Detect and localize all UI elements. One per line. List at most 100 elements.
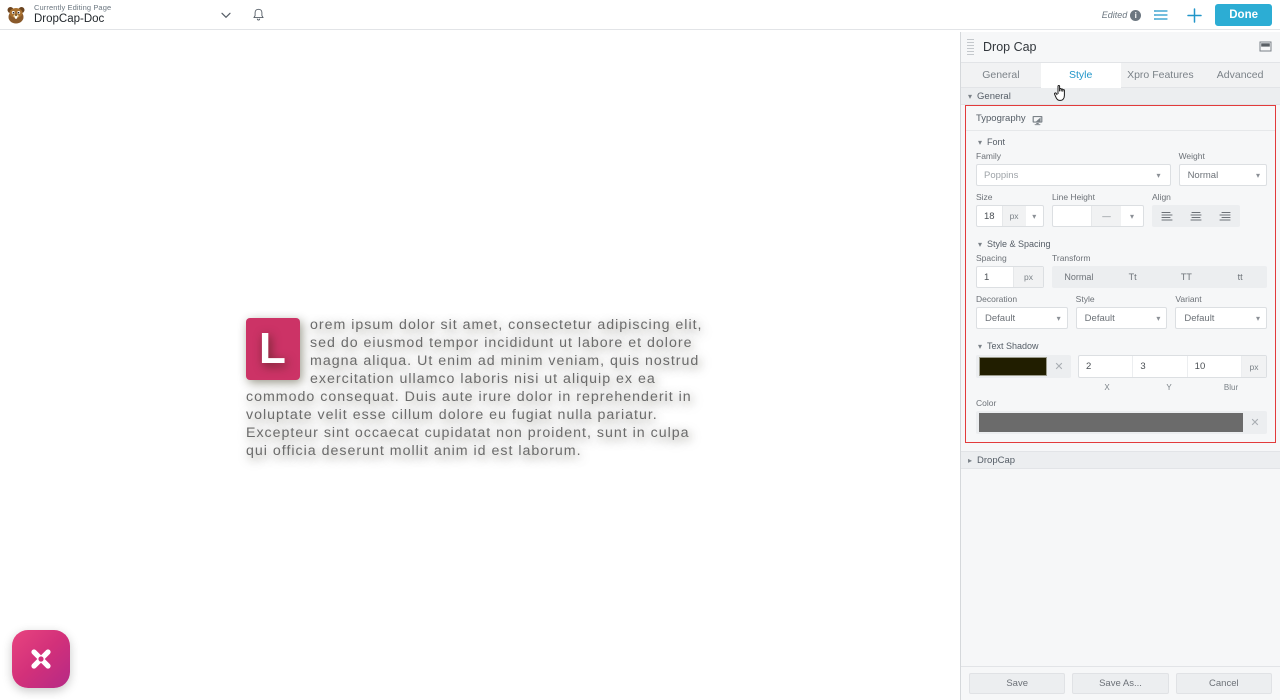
top-bar-actions: Edited i Done <box>1102 0 1272 30</box>
decoration-select[interactable]: Default ▾ <box>976 307 1068 329</box>
shadow-unit[interactable]: px <box>1241 356 1266 377</box>
panel-footer: Save Save As... Cancel <box>961 666 1280 700</box>
color-row: Color ✕ <box>966 398 1275 442</box>
font-size-label: Size <box>976 192 993 202</box>
chevron-down-icon: ▾ <box>978 239 983 249</box>
align-right-icon[interactable] <box>1211 211 1240 221</box>
transform-field: Transform Normal Tt TT tt <box>1052 253 1267 288</box>
chevron-down-icon: ▾ <box>1056 313 1061 323</box>
bell-icon[interactable] <box>245 2 271 28</box>
clear-x-icon[interactable]: ✕ <box>1047 355 1071 378</box>
beaver-logo-icon <box>6 5 26 25</box>
tab-general-label: General <box>982 69 1020 81</box>
edited-label: Edited <box>1101 10 1128 20</box>
done-button[interactable]: Done <box>1215 4 1272 26</box>
transform-option-uppercase[interactable]: TT <box>1160 266 1214 288</box>
typography-highlight-box: Typography ▾ Font Family Poppins ▾ Weigh… <box>965 105 1276 443</box>
style-spacing-subgroup-header[interactable]: ▾ Style & Spacing <box>966 233 1275 253</box>
brand-text: Currently Editing Page DropCap-Doc <box>34 4 111 25</box>
font-family-label: Family <box>976 151 1002 161</box>
chevron-down-icon: ▾ <box>978 137 983 147</box>
save-as-button[interactable]: Save As... <box>1072 673 1169 694</box>
shadow-x-value[interactable]: 2 <box>1079 356 1134 377</box>
font-subgroup-header[interactable]: ▾ Font <box>966 131 1275 151</box>
chevron-down-icon[interactable]: ▾ <box>1026 206 1043 226</box>
monitor-icon[interactable] <box>1032 113 1043 126</box>
line-height-label: Line Height <box>1052 192 1096 202</box>
info-icon[interactable]: i <box>1130 9 1142 21</box>
spacing-value[interactable]: 1 <box>977 272 1013 283</box>
line-height-field: Line Height — ▾ <box>1052 192 1144 227</box>
drag-grip-icon[interactable] <box>967 37 975 57</box>
color-control: ✕ <box>976 411 1267 434</box>
dropcap-letter-box[interactable]: L <box>246 318 300 380</box>
section-dropcap[interactable]: ▸ DropCap <box>961 451 1280 469</box>
shadow-axis-labels: X Y Blur <box>966 382 1275 392</box>
xpro-x-logo-icon[interactable] <box>12 630 70 688</box>
page-title: DropCap-Doc <box>34 12 105 25</box>
text-shadow-subgroup-header[interactable]: ▾ Text Shadow <box>966 335 1275 355</box>
clear-x-icon[interactable]: ✕ <box>1243 411 1267 434</box>
decoration-value: Default <box>985 312 1016 324</box>
dropcap-paragraph-block[interactable]: L orem ipsum dolor sit amet, consectetur… <box>246 316 714 460</box>
transform-option-capitalize[interactable]: Tt <box>1106 266 1160 288</box>
style-spacing-subgroup-label: Style & Spacing <box>987 239 1051 249</box>
font-family-value: Poppins <box>984 169 1019 181</box>
shadow-color-swatch[interactable] <box>979 357 1047 376</box>
top-bar: Currently Editing Page DropCap-Doc Edite… <box>0 0 1280 30</box>
dock-window-icon[interactable] <box>1259 40 1272 53</box>
style-select[interactable]: Default ▾ <box>1075 307 1168 329</box>
cancel-button[interactable]: Cancel <box>1175 673 1272 694</box>
list-settings-icon[interactable] <box>1151 4 1173 26</box>
font-family-select[interactable]: Poppins ▾ <box>976 164 1171 186</box>
tab-style[interactable]: Style <box>1040 63 1121 88</box>
font-family-field: Family Poppins ▾ <box>976 151 1171 186</box>
font-size-input-group[interactable]: 18 px ▾ <box>976 205 1044 227</box>
font-weight-label: Weight <box>1178 151 1205 161</box>
line-height-input-group[interactable]: — ▾ <box>1052 205 1144 227</box>
tab-general[interactable]: General <box>961 63 1041 87</box>
section-general-label: General <box>977 90 1011 102</box>
save-button[interactable]: Save <box>969 673 1066 694</box>
typography-label: Typography <box>976 113 1026 124</box>
transform-segmented-control: Normal Tt TT tt <box>1052 266 1267 288</box>
align-button-group <box>1152 205 1240 227</box>
align-label: Align <box>1152 192 1171 202</box>
spacing-input-group[interactable]: 1 px <box>976 266 1044 288</box>
font-family-weight-row: Family Poppins ▾ Weight Normal ▾ <box>966 151 1275 192</box>
style-label: Style <box>1075 294 1095 304</box>
plus-icon[interactable] <box>1183 4 1205 26</box>
shadow-blur-value[interactable]: 10 <box>1188 356 1242 377</box>
spacing-unit[interactable]: px <box>1013 267 1043 287</box>
transform-option-normal[interactable]: Normal <box>1052 266 1106 288</box>
chevron-down-icon: ▾ <box>1255 170 1260 180</box>
font-size-lineheight-align-row: Size 18 px ▾ Line Height — ▾ Align <box>966 192 1275 233</box>
line-height-unit[interactable]: — <box>1091 206 1121 226</box>
color-swatch[interactable] <box>979 413 1243 432</box>
section-dropcap-label: DropCap <box>977 454 1016 466</box>
align-field: Align <box>1152 192 1240 227</box>
align-center-icon[interactable] <box>1181 211 1210 221</box>
font-size-unit[interactable]: px <box>1001 206 1026 226</box>
chevron-down-icon[interactable]: ▾ <box>1121 206 1143 226</box>
brand-area[interactable]: Currently Editing Page DropCap-Doc <box>0 0 245 30</box>
font-size-value[interactable]: 18 <box>977 211 1002 222</box>
style-value: Default <box>1084 312 1115 324</box>
tab-xpro-features[interactable]: Xpro Features <box>1120 63 1201 87</box>
transform-option-lowercase[interactable]: tt <box>1213 266 1267 288</box>
chevron-down-icon: ▾ <box>1156 170 1161 180</box>
section-general[interactable]: ▾ General <box>961 88 1280 105</box>
font-weight-select[interactable]: Normal ▾ <box>1178 164 1267 186</box>
chevron-down-icon[interactable] <box>213 2 239 28</box>
tab-advanced[interactable]: Advanced <box>1200 63 1280 87</box>
shadow-y-label: Y <box>1166 383 1172 392</box>
align-left-icon[interactable] <box>1152 211 1181 221</box>
shadow-color-control: ✕ <box>976 355 1071 378</box>
variant-select[interactable]: Default ▾ <box>1175 307 1268 329</box>
style-field: Style Default ▾ <box>1075 294 1168 329</box>
shadow-y-value[interactable]: 3 <box>1133 356 1188 377</box>
chevron-down-icon: ▾ <box>1156 313 1161 323</box>
tab-xpro-features-label: Xpro Features <box>1127 69 1194 81</box>
transform-label: Transform <box>1052 253 1091 263</box>
decoration-field: Decoration Default ▾ <box>976 294 1068 329</box>
